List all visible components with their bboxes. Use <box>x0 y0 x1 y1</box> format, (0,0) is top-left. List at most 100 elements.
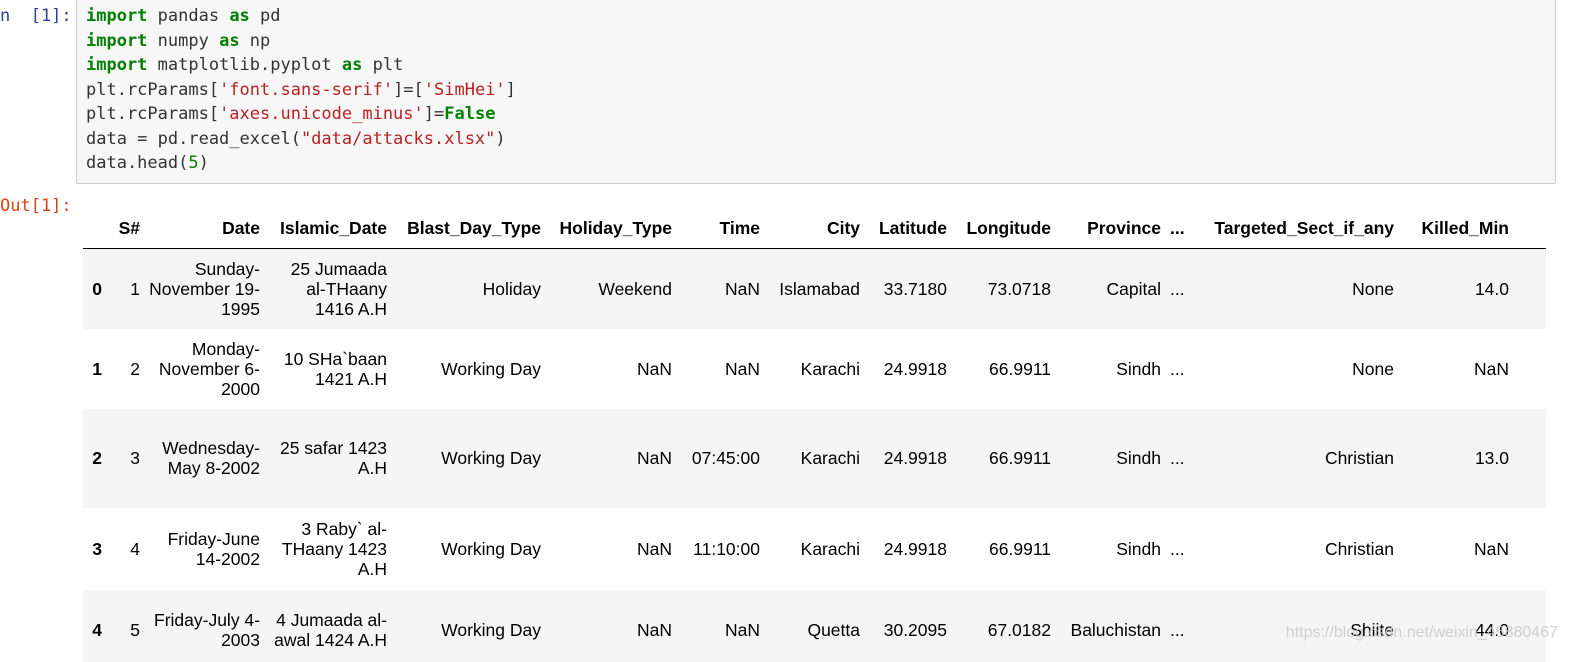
column-header: S# <box>111 208 149 249</box>
table-cell: 25 safar 1423 A.H <box>279 438 387 478</box>
table-cell: Weekend <box>598 278 672 299</box>
input-prompt: n [1]: <box>0 6 72 26</box>
row-index: 0 <box>92 278 102 299</box>
table-cell: Working Day <box>441 538 541 559</box>
code-line: data = pd.read_excel("data/attacks.xlsx"… <box>86 127 516 152</box>
row-index: 2 <box>92 448 102 468</box>
table-cell: Sindh <box>1116 448 1161 468</box>
table-cell: NaN <box>636 358 672 379</box>
code-token: import <box>86 55 148 75</box>
code-cell[interactable]: import pandas as pd import numpy as np imp… <box>76 0 1556 184</box>
table-cell: 24.9918 <box>883 538 947 559</box>
table-cell: ... <box>1170 538 1185 559</box>
table-cell: Baluchistan <box>1070 619 1161 640</box>
table-cell <box>1518 329 1546 409</box>
table-cell: Monday-November 6-2000 <box>158 338 260 399</box>
dataframe-table: S# Date Islamic_Date Blast_Day_Type Holiday_… <box>83 208 1546 662</box>
table-cell: None <box>1352 278 1394 299</box>
table-cell <box>1518 508 1546 590</box>
output-prompt: Out[1]: <box>0 196 72 216</box>
column-header: Date <box>149 208 269 249</box>
code-token: import <box>86 30 148 51</box>
code-token: as <box>219 30 240 51</box>
column-header: Islamic_Date <box>269 208 396 249</box>
table-cell: Working Day <box>441 358 541 379</box>
table-body: 0 1 Sunday-November 19-1995 25 Jumaada al-T… <box>83 248 1546 662</box>
code-token: 'axes.unicode_minus' <box>219 104 424 124</box>
table-cell: NaN <box>1473 358 1509 379</box>
column-header: Holiday_Type <box>550 208 681 249</box>
code-token: 'font.sans-serif' <box>219 79 394 100</box>
table-cell: 24.9918 <box>883 358 947 379</box>
table-cell: Friday-July 4-2003 <box>154 609 260 650</box>
table-cell: NaN <box>636 619 672 640</box>
code-line: plt.rcParams['axes.unicode_minus']=False <box>86 102 516 127</box>
code-token: pd <box>249 6 281 26</box>
code-line: import matplotlib.pyplot as plt <box>86 53 516 78</box>
table-cell: ... <box>1170 448 1185 468</box>
code-line: data.head(5) <box>86 151 516 176</box>
table-cell: Wednesday-May 8-2002 <box>162 438 260 478</box>
code-token: plt.rcParams[ <box>86 104 220 124</box>
code-token: 'SimHei' <box>423 79 506 100</box>
column-header: Time <box>681 208 769 249</box>
table-cell: Sunday-November 19-1995 <box>149 258 260 319</box>
table-cell: NaN <box>636 538 672 559</box>
row-index: 1 <box>92 358 102 379</box>
table-cell: Sindh <box>1116 538 1161 559</box>
table-cell: 07:45:00 <box>691 448 760 468</box>
code-token: ) <box>198 153 209 173</box>
table-cell: 73.0718 <box>987 278 1051 299</box>
table-cell: ... <box>1170 358 1185 379</box>
table-cell: NaN <box>724 619 760 640</box>
row-index: 4 <box>92 619 102 640</box>
table-row: 2 3 Wednesday-May 8-2002 25 safar 1423 A.H W… <box>83 408 1546 508</box>
table-cell: 13.0 <box>1474 448 1509 468</box>
output-area: S# Date Islamic_Date Blast_Day_Type Holiday_… <box>83 208 1546 662</box>
table-cell: 3 Raby` al-THaany 1423 A.H <box>281 518 387 579</box>
table-cell <box>1518 249 1546 329</box>
column-header: Targeted_Sect_if_any <box>1210 208 1403 249</box>
row-index: 3 <box>92 538 102 559</box>
table-cell: Karachi <box>800 448 860 468</box>
table-cell: NaN <box>724 358 760 379</box>
table-cell: 67.0182 <box>987 619 1051 640</box>
table-cell: 1 <box>130 278 140 299</box>
table-cell: 11:10:00 <box>693 538 760 559</box>
column-header: ... <box>1170 208 1210 249</box>
code-token: import <box>86 6 148 26</box>
table-cell: Working Day <box>441 619 541 640</box>
table-cell: 4 <box>130 538 140 559</box>
code-token: as <box>229 6 250 26</box>
table-cell: 66.9911 <box>989 358 1051 379</box>
code-token: False <box>444 104 496 124</box>
watermark: https://blog.csdn.net/weixin_45880467 <box>1285 624 1558 641</box>
table-cell: 66.9911 <box>989 538 1051 559</box>
table-header-row: S# Date Islamic_Date Blast_Day_Type Holiday_… <box>83 208 1546 249</box>
table-cell: ... <box>1170 619 1185 640</box>
table-cell: 30.2095 <box>883 619 947 640</box>
table-cell: 66.9911 <box>989 448 1051 468</box>
table-cell: Quetta <box>807 619 860 640</box>
table-row: 3 4 Friday-June 14-2002 3 Raby` al-THaany 1… <box>83 507 1546 590</box>
table-cell: Working Day <box>441 448 541 468</box>
code-line: import numpy as np <box>86 29 516 54</box>
table-cell: NaN <box>724 278 760 299</box>
table-cell <box>1518 409 1546 508</box>
column-header: Blast_Day_Type <box>396 208 550 249</box>
table-cell: Friday-June 14-2002 <box>167 528 260 569</box>
code-token: data = pd.read_excel( <box>86 128 301 149</box>
table-cell: ... <box>1170 278 1185 299</box>
table-cell: 2 <box>130 358 140 379</box>
code-editor[interactable]: import pandas as pd import numpy as np imp… <box>86 4 516 176</box>
table-row: 1 2 Monday-November 6-2000 10 SHa`baan 1421… <box>83 328 1546 409</box>
table-row: 0 1 Sunday-November 19-1995 25 Jumaada al-T… <box>83 248 1546 329</box>
table-cell: None <box>1352 358 1394 379</box>
column-header: Killed_Min <box>1403 208 1518 249</box>
code-token: matplotlib.pyplot <box>147 55 342 75</box>
table-cell: 14.0 <box>1474 278 1509 299</box>
code-token: numpy <box>147 30 220 51</box>
table-cell: Karachi <box>800 358 860 379</box>
table-cell: 10 SHa`baan 1421 A.H <box>283 348 387 389</box>
code-token: ] <box>505 79 516 100</box>
